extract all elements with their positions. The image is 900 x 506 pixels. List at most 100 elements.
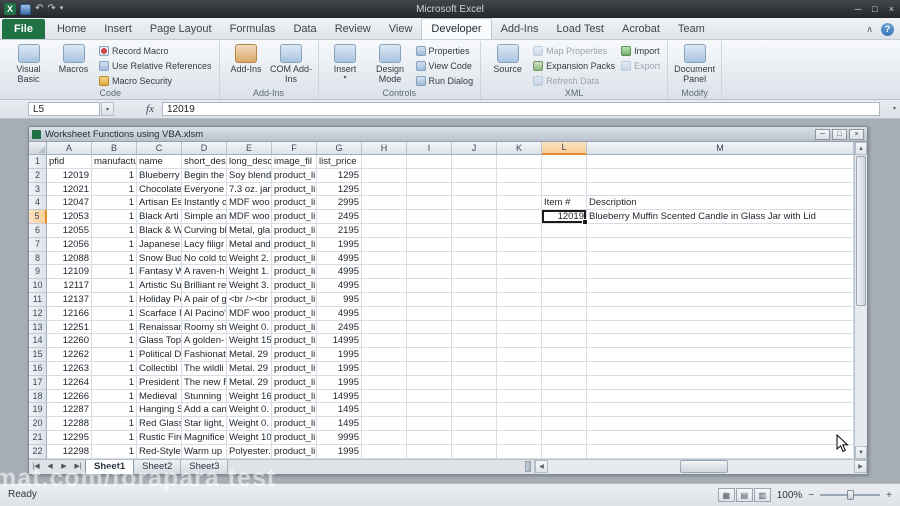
cell-E9[interactable]: Weight 1. <box>227 265 272 280</box>
cell-A7[interactable]: 12056 <box>47 237 92 252</box>
row-header-20[interactable]: 20 <box>29 417 47 431</box>
macros-button[interactable]: Macros <box>51 43 96 75</box>
tab-page-layout[interactable]: Page Layout <box>141 19 221 39</box>
cell-D11[interactable]: A pair of g <box>182 292 227 307</box>
cell-H10[interactable] <box>362 279 407 293</box>
cell-I17[interactable] <box>407 375 452 390</box>
cell-D3[interactable]: Everyone <box>182 182 227 197</box>
cell-I7[interactable] <box>407 237 452 252</box>
cell-A17[interactable]: 12264 <box>47 375 92 390</box>
tab-split-handle[interactable] <box>525 461 531 472</box>
cell-M21[interactable] <box>587 430 854 445</box>
cell-A1[interactable]: pfid <box>47 155 92 169</box>
cell-H4[interactable] <box>362 196 407 211</box>
cell-D18[interactable]: Stunning <box>182 389 227 404</box>
cell-A5[interactable]: 12053 <box>47 210 92 224</box>
cell-M20[interactable] <box>587 417 854 431</box>
cell-B4[interactable]: 1 <box>92 196 137 211</box>
col-header-I[interactable]: I <box>407 142 452 155</box>
cell-L20[interactable] <box>542 417 587 431</box>
cell-A12[interactable]: 12166 <box>47 306 92 321</box>
cell-G16[interactable]: 1995 <box>317 361 362 376</box>
cell-F9[interactable]: product_li <box>272 265 317 280</box>
cell-E11[interactable]: <br /><br <box>227 292 272 307</box>
cell-G12[interactable]: 4995 <box>317 306 362 321</box>
add-ins-button[interactable]: Add-Ins <box>224 43 269 75</box>
horizontal-scrollbar[interactable]: ◀ ▶ <box>534 460 867 473</box>
cell-C1[interactable]: name <box>137 155 182 169</box>
cell-K12[interactable] <box>497 306 542 321</box>
cell-F15[interactable]: product_li <box>272 348 317 362</box>
cell-K22[interactable] <box>497 444 542 459</box>
redo-icon[interactable]: ↷ <box>47 0 55 18</box>
cell-A22[interactable]: 12298 <box>47 444 92 459</box>
cell-H9[interactable] <box>362 265 407 280</box>
col-header-M[interactable]: M <box>587 142 854 155</box>
cell-F2[interactable]: product_li <box>272 168 317 183</box>
cell-K17[interactable] <box>497 375 542 390</box>
cell-C12[interactable]: Scarface N <box>137 306 182 321</box>
cell-M12[interactable] <box>587 306 854 321</box>
row-header-5[interactable]: 5 <box>29 210 47 224</box>
cell-G8[interactable]: 4995 <box>317 251 362 266</box>
cell-I10[interactable] <box>407 279 452 293</box>
cell-M1[interactable] <box>587 155 854 169</box>
cell-A4[interactable]: 12047 <box>47 196 92 211</box>
cell-K10[interactable] <box>497 279 542 293</box>
cell-J1[interactable] <box>452 155 497 169</box>
cell-M5[interactable]: Blueberry Muffin Scented Candle in Glass… <box>587 210 854 224</box>
cell-F20[interactable]: product_li <box>272 417 317 431</box>
cell-J7[interactable] <box>452 237 497 252</box>
cell-L15[interactable] <box>542 348 587 362</box>
cell-J22[interactable] <box>452 444 497 459</box>
row-header-8[interactable]: 8 <box>29 251 47 266</box>
cell-D1[interactable]: short_des <box>182 155 227 169</box>
cell-G19[interactable]: 1495 <box>317 403 362 418</box>
cell-H14[interactable] <box>362 334 407 349</box>
cell-A16[interactable]: 12263 <box>47 361 92 376</box>
zoom-out-icon[interactable]: − <box>808 490 814 501</box>
scroll-down-icon[interactable]: ▼ <box>855 445 867 459</box>
cell-B3[interactable]: 1 <box>92 182 137 197</box>
cell-D7[interactable]: Lacy filigr <box>182 237 227 252</box>
cell-E15[interactable]: Metal. 29 <box>227 348 272 362</box>
document-panel-button[interactable]: Document Panel <box>672 43 717 84</box>
cell-E8[interactable]: Weight 2. <box>227 251 272 266</box>
cell-H16[interactable] <box>362 361 407 376</box>
cell-G2[interactable]: 1295 <box>317 168 362 183</box>
cell-H17[interactable] <box>362 375 407 390</box>
undo-icon[interactable]: ↶ <box>35 0 43 18</box>
com-add-ins-button[interactable]: COM Add-Ins <box>269 43 314 84</box>
cell-A11[interactable]: 12137 <box>47 292 92 307</box>
cell-F11[interactable]: product_li <box>272 292 317 307</box>
cell-I5[interactable] <box>407 210 452 224</box>
tab-file[interactable]: File <box>2 19 45 39</box>
cell-D4[interactable]: Instantly c <box>182 196 227 211</box>
cell-K13[interactable] <box>497 320 542 335</box>
cell-F8[interactable]: product_li <box>272 251 317 266</box>
cell-E18[interactable]: Weight 16 <box>227 389 272 404</box>
cell-B6[interactable]: 1 <box>92 223 137 238</box>
cell-L3[interactable] <box>542 182 587 197</box>
workbook-minimize-icon[interactable]: ─ <box>815 128 830 140</box>
col-header-D[interactable]: D <box>182 142 227 155</box>
cell-E19[interactable]: Weight 0. <box>227 403 272 418</box>
cell-I16[interactable] <box>407 361 452 376</box>
cell-C10[interactable]: Artistic Su <box>137 279 182 293</box>
row-header-1[interactable]: 1 <box>29 155 47 169</box>
cell-J20[interactable] <box>452 417 497 431</box>
cell-G10[interactable]: 4995 <box>317 279 362 293</box>
cell-L8[interactable] <box>542 251 587 266</box>
cell-M15[interactable] <box>587 348 854 362</box>
horizontal-scroll-thumb[interactable] <box>680 460 728 473</box>
expansion-packs-button[interactable]: Expansion Packs <box>532 58 618 73</box>
minimize-icon[interactable]: ─ <box>855 4 861 14</box>
visual-basic-button[interactable]: Visual Basic <box>6 43 51 84</box>
cell-D15[interactable]: Fashionat <box>182 348 227 362</box>
cell-D14[interactable]: A golden- <box>182 334 227 349</box>
cell-C2[interactable]: Blueberry <box>137 168 182 183</box>
cell-M14[interactable] <box>587 334 854 349</box>
cell-J11[interactable] <box>452 292 497 307</box>
cell-A8[interactable]: 12088 <box>47 251 92 266</box>
cell-F13[interactable]: product_li <box>272 320 317 335</box>
